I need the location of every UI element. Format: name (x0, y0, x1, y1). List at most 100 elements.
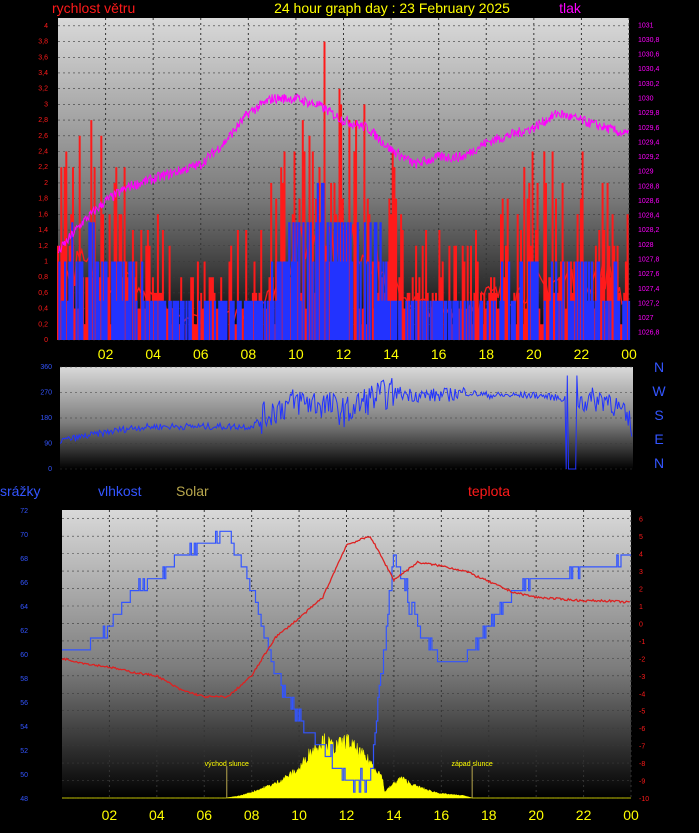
wind-x-tick-10: 10 (288, 346, 304, 362)
temperature-y-tick--4: -4 (639, 691, 645, 698)
pressure-y-tick-1030: 1030 (638, 96, 654, 103)
wind-y-tick-0,2: 0,2 (38, 321, 48, 328)
wind-x-tick-02: 02 (98, 346, 114, 362)
temperature-y-tick--5: -5 (639, 709, 645, 716)
rain-y-tick-58: 58 (20, 676, 28, 683)
wind-x-tick-12: 12 (336, 346, 352, 362)
pressure-y-tick-1026,8: 1026,8 (638, 330, 660, 337)
temperature-y-tick--3: -3 (639, 674, 645, 681)
wind-y-tick-2: 2 (44, 180, 48, 187)
rain-y-tick-50: 50 (20, 772, 28, 779)
sun-annotation: východ slunce (205, 761, 249, 768)
temperature-y-tick--9: -9 (639, 779, 645, 786)
wind-speed-label: rychlost větru (52, 0, 135, 16)
pressure-y-tick-1029: 1029 (638, 169, 654, 176)
rain-y-tick-70: 70 (20, 532, 28, 539)
temperature-y-tick--1: -1 (639, 639, 645, 646)
compass-label-N: N (654, 455, 664, 471)
wind-y-tick-1,6: 1,6 (38, 211, 48, 218)
direction-y-tick-180: 180 (40, 415, 52, 422)
pressure-y-tick-1030,2: 1030,2 (638, 81, 660, 88)
rain-y-tick-48: 48 (20, 796, 28, 803)
temperature-y-tick-5: 5 (639, 534, 643, 541)
wind-y-tick-3,4: 3,4 (38, 70, 48, 77)
rain-y-tick-54: 54 (20, 724, 28, 731)
compass-label-S: S (654, 407, 663, 423)
wind-x-tick-14: 14 (383, 346, 399, 362)
temperature-y-tick--6: -6 (639, 726, 645, 733)
temperature-y-tick-0: 0 (639, 621, 643, 628)
rain-y-tick-64: 64 (20, 604, 28, 611)
temperature-y-tick--7: -7 (639, 744, 645, 751)
humidity-x-tick-12: 12 (339, 807, 355, 823)
compass-label-N: N (654, 359, 664, 375)
pressure-y-tick-1031: 1031 (638, 22, 654, 29)
humidity-x-tick-10: 10 (291, 807, 307, 823)
wind-y-tick-1: 1 (44, 258, 48, 265)
pressure-y-tick-1030,6: 1030,6 (638, 52, 660, 59)
wind-y-tick-0,4: 0,4 (38, 306, 48, 313)
humidity-x-tick-02: 02 (102, 807, 118, 823)
pressure-y-tick-1027: 1027 (638, 315, 654, 322)
temperature-y-tick--8: -8 (639, 761, 645, 768)
humidity-x-tick-22: 22 (576, 807, 592, 823)
humidity-x-tick-08: 08 (244, 807, 260, 823)
temperature-y-tick-2: 2 (639, 587, 643, 594)
pressure-y-tick-1028,8: 1028,8 (638, 183, 660, 190)
pressure-y-tick-1028,4: 1028,4 (638, 213, 660, 220)
rain-y-tick-68: 68 (20, 556, 28, 563)
wind-y-tick-1,2: 1,2 (38, 243, 48, 250)
pressure-y-tick-1028,6: 1028,6 (638, 198, 660, 205)
chart-title: 24 hour graph day : 23 February 2025 (274, 0, 510, 16)
temperature-y-tick-3: 3 (639, 569, 643, 576)
pressure-y-tick-1029,6: 1029,6 (638, 125, 660, 132)
wind-y-tick-3,6: 3,6 (38, 54, 48, 61)
wind-x-tick-04: 04 (145, 346, 161, 362)
direction-y-tick-360: 360 (40, 364, 52, 371)
rain-y-tick-62: 62 (20, 628, 28, 635)
pressure-y-tick-1029,8: 1029,8 (638, 110, 660, 117)
humidity-x-tick-00: 00 (623, 807, 639, 823)
wind-x-tick-20: 20 (526, 346, 542, 362)
pressure-y-tick-1027,4: 1027,4 (638, 286, 660, 293)
humidity-x-tick-04: 04 (149, 807, 165, 823)
pressure-y-tick-1027,6: 1027,6 (638, 271, 660, 278)
pressure-y-tick-1027,2: 1027,2 (638, 300, 660, 307)
wind-x-tick-06: 06 (193, 346, 209, 362)
rain-y-tick-66: 66 (20, 580, 28, 587)
wind-y-tick-2,6: 2,6 (38, 133, 48, 140)
sun-annotation: západ slunce (452, 761, 493, 768)
rain-label: srážky (0, 483, 40, 499)
direction-y-tick-90: 90 (44, 441, 52, 448)
wind-y-tick-1,8: 1,8 (38, 196, 48, 203)
wind-y-tick-2,2: 2,2 (38, 164, 48, 171)
direction-y-tick-0: 0 (48, 466, 52, 473)
wind-y-tick-0,6: 0,6 (38, 290, 48, 297)
temperature-y-tick-1: 1 (639, 604, 643, 611)
compass-label-W: W (652, 383, 666, 399)
pressure-y-tick-1028: 1028 (638, 242, 654, 249)
wind-y-tick-1,4: 1,4 (38, 227, 48, 234)
temperature-y-tick--2: -2 (639, 656, 645, 663)
rain-y-tick-56: 56 (20, 700, 28, 707)
wind-y-tick-3,8: 3,8 (38, 39, 48, 46)
wind-y-tick-4: 4 (44, 23, 48, 30)
compass-label-E: E (654, 431, 663, 447)
temperature-y-tick--10: -10 (639, 796, 649, 803)
wind-y-tick-0,8: 0,8 (38, 274, 48, 281)
rain-y-tick-60: 60 (20, 652, 28, 659)
pressure-y-tick-1027,8: 1027,8 (638, 257, 660, 264)
wind-y-tick-3,2: 3,2 (38, 86, 48, 93)
pressure-y-tick-1030,8: 1030,8 (638, 37, 660, 44)
pressure-label: tlak (559, 0, 582, 16)
wind-y-tick-2,8: 2,8 (38, 117, 48, 124)
wind-y-tick-2,4: 2,4 (38, 149, 48, 156)
temperature-label: teplota (468, 483, 510, 499)
pressure-y-tick-1030,4: 1030,4 (638, 66, 660, 73)
humidity-x-tick-06: 06 (196, 807, 212, 823)
pressure-y-tick-1029,2: 1029,2 (638, 154, 660, 161)
pressure-y-tick-1028,2: 1028,2 (638, 227, 660, 234)
humidity-x-tick-18: 18 (481, 807, 497, 823)
wind-x-tick-16: 16 (431, 346, 447, 362)
solar-label: Solar (176, 483, 209, 499)
